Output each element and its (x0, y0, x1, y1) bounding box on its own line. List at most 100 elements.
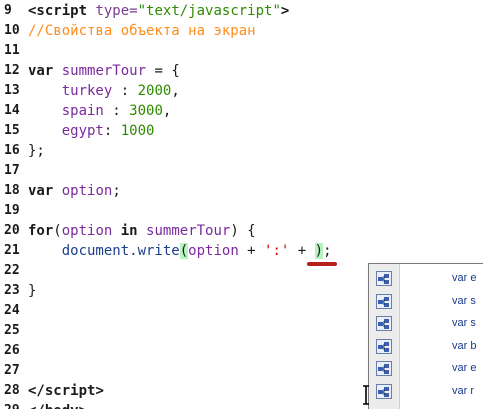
code-text[interactable]: } (28, 281, 36, 301)
autocomplete-item-label: var s (452, 294, 476, 307)
code-token: type= (95, 3, 138, 19)
code-text[interactable]: </body> (28, 401, 87, 409)
autocomplete-item-label: var r (452, 384, 474, 397)
code-token: ) (314, 243, 324, 259)
code-text[interactable]: document.write(option + ':' + ); (28, 241, 332, 261)
line-number: 27 (4, 363, 20, 378)
code-token: 3000 (129, 103, 163, 119)
code-token: spain (61, 103, 104, 119)
code-line[interactable]: 16}; (0, 141, 483, 161)
code-token: document.write (61, 243, 180, 259)
code-token: : (103, 103, 130, 119)
code-text[interactable]: egypt: 1000 (28, 121, 155, 141)
code-token: ':' (264, 243, 290, 259)
line-number: 14 (4, 103, 20, 118)
code-token: ( (53, 223, 62, 239)
autocomplete-item-label: var s (452, 317, 476, 329)
code-line[interactable]: 21 document.write(option + ':' + ); (0, 241, 483, 261)
code-line[interactable]: 13 turkey : 2000, (0, 81, 483, 101)
line-number: 12 (4, 63, 20, 78)
code-token: > (95, 383, 104, 399)
code-line[interactable]: 10 //Свойства объекта на экран (0, 21, 483, 41)
line-number: 24 (4, 303, 20, 318)
code-token: summerTour (146, 223, 231, 239)
code-text[interactable]: //Свойства объекта на экран (28, 21, 256, 41)
code-token: option (61, 223, 113, 239)
class-member-icon (376, 316, 392, 331)
autocomplete-item-label: var e (452, 362, 477, 374)
code-token: } (28, 283, 37, 299)
code-token: for (28, 223, 54, 239)
code-text[interactable]: </script> (28, 381, 104, 401)
code-line[interactable]: 14 spain : 3000, (0, 101, 483, 121)
class-member-icon (376, 271, 392, 286)
code-text[interactable]: }; (28, 141, 45, 161)
code-text[interactable]: turkey : 2000, (28, 81, 180, 101)
text-cursor-icon (363, 385, 369, 405)
code-line[interactable]: 15 egypt: 1000 (0, 121, 483, 141)
line-number: 25 (4, 323, 20, 338)
code-token: in (120, 223, 138, 239)
code-token: </script (28, 383, 96, 399)
code-token: ; (323, 243, 332, 259)
code-token: }; (28, 143, 45, 159)
code-token: summerTour (61, 63, 147, 79)
autocomplete-popup[interactable]: var e var s var s var b var e var r (368, 263, 483, 409)
autocomplete-item[interactable]: var s (369, 290, 483, 313)
line-number: 13 (4, 83, 20, 98)
code-token: <script (28, 3, 88, 19)
code-token: + (289, 243, 315, 259)
line-number: 21 (4, 243, 20, 258)
class-member-icon (376, 383, 392, 399)
code-line[interactable]: 20 for(option in summerTour) { (0, 221, 483, 241)
autocomplete-item[interactable]: var e (369, 357, 483, 380)
code-text[interactable]: <script type="text/javascript"> (28, 1, 289, 21)
code-token: + (238, 243, 265, 259)
code-token: , (171, 83, 180, 99)
code-text[interactable]: var option; (28, 181, 121, 201)
code-line[interactable]: 18 var option; (0, 181, 483, 201)
code-token: option (61, 183, 113, 199)
class-member-icon (376, 293, 392, 309)
code-token: option (188, 243, 239, 259)
code-token: ) { (230, 223, 256, 239)
code-line[interactable]: 12 var summerTour = { (0, 61, 483, 81)
line-number: 19 (4, 203, 20, 218)
code-token: 1000 (120, 123, 155, 139)
code-token: egypt (61, 123, 104, 139)
autocomplete-item[interactable]: var e (369, 267, 483, 290)
line-number: 29 (4, 401, 24, 409)
line-number: 10 (4, 23, 20, 38)
code-token: ( (179, 243, 189, 259)
code-token: ; (112, 183, 121, 199)
code-line[interactable]: 9 <script type="text/javascript"> (0, 1, 483, 21)
code-text[interactable]: spain : 3000, (28, 101, 172, 121)
code-token: > (280, 3, 290, 19)
line-number: 15 (4, 123, 20, 138)
code-text[interactable]: for(option in summerTour) { (28, 221, 256, 241)
class-member-icon (376, 338, 392, 354)
code-line[interactable]: 11 (0, 41, 483, 61)
code-token: > (79, 403, 87, 409)
code-token: = { (146, 63, 180, 79)
autocomplete-item[interactable]: var b (369, 335, 483, 358)
autocomplete-item[interactable]: var s (369, 312, 483, 335)
code-line[interactable]: 17 (0, 161, 483, 181)
autocomplete-item-label: var b (452, 339, 477, 352)
class-member-icon (376, 361, 392, 376)
code-text[interactable]: var summerTour = { (28, 61, 180, 81)
code-editor[interactable]: 9 <script type="text/javascript"> 10 //Свой… (0, 0, 483, 409)
code-token: var (28, 63, 54, 79)
line-number: 28 (4, 383, 20, 398)
line-number: 26 (4, 343, 20, 358)
line-number: 18 (4, 183, 20, 198)
autocomplete-item[interactable]: var r (369, 380, 483, 403)
code-token: "text/javascript" (137, 3, 281, 19)
code-line[interactable]: 19 (0, 201, 483, 221)
code-token: </body (28, 403, 79, 409)
